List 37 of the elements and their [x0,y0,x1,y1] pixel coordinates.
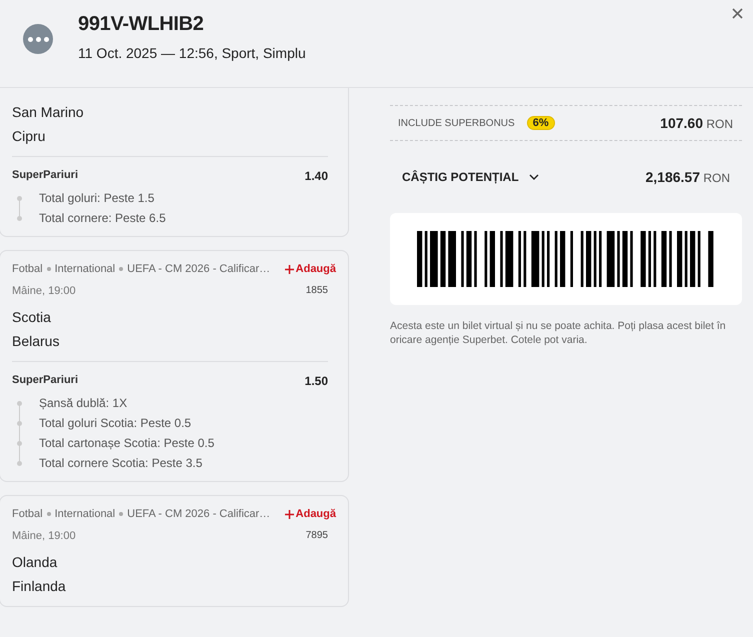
plus-icon [284,510,294,518]
event-time: Mâine, 19:00 [12,530,76,542]
event-code: 7895 [306,530,328,542]
ticket-id: 991V-WLHIB2 [78,13,205,36]
team-name: Cipru [12,127,46,146]
selection: Total cornere: Peste 6.5 [39,210,166,227]
close-icon[interactable] [732,8,743,19]
bonus-label: INCLUDE SUPERBONUS [398,118,515,128]
selection: Total goluri: Peste 1.5 [39,190,154,207]
event-category: Fotbal International UEFA - CM 2026 - Calificar… [12,508,270,520]
team-name: San Marino [12,103,85,122]
odds: 1.40 [304,169,328,183]
disclaimer: Acesta este un bilet virtual și nu se poate achita. Poți plasa acest bilet în oricare agenție Superbet. Cotele pot varia. [390,319,727,347]
chevron-down-icon [528,174,539,180]
event-code: 1855 [306,285,328,297]
team-name: Olanda [12,553,58,572]
add-link[interactable]: Adaugă [284,263,336,275]
selection: Total cornere Scotia: Peste 3.5 [39,455,202,472]
bonus-badge: 6% [526,116,555,130]
team-name: Belarus [12,332,60,351]
bet-type: SuperPariuri [12,169,78,183]
selection: Total cartonașe Scotia: Peste 0.5 [39,435,214,452]
potential-win-toggle[interactable]: CÂȘTIG POTENȚIAL [402,170,539,184]
selection: Total goluri Scotia: Peste 0.5 [39,415,192,432]
odds: 1.50 [304,374,328,388]
team-name: Finlanda [12,577,67,596]
add-link[interactable]: Adaugă [284,508,336,520]
team-name: Scotia [12,308,52,327]
ticket-meta: 11 Oct. 2025 — 12:56, Sport, Simplu [78,45,306,61]
selection: Șansă dublă: 1X [39,395,128,412]
event-category: Fotbal International UEFA - CM 2026 - Calificar… [12,263,270,275]
bonus-amount: 107.60 RON [660,115,733,131]
plus-icon [284,264,294,274]
potential-win-amount: 2,186.57 RON [646,169,730,185]
bet-type: SuperPariuri [12,374,78,388]
more-icon[interactable] [23,24,53,54]
event-time: Mâine, 19:00 [12,285,76,297]
